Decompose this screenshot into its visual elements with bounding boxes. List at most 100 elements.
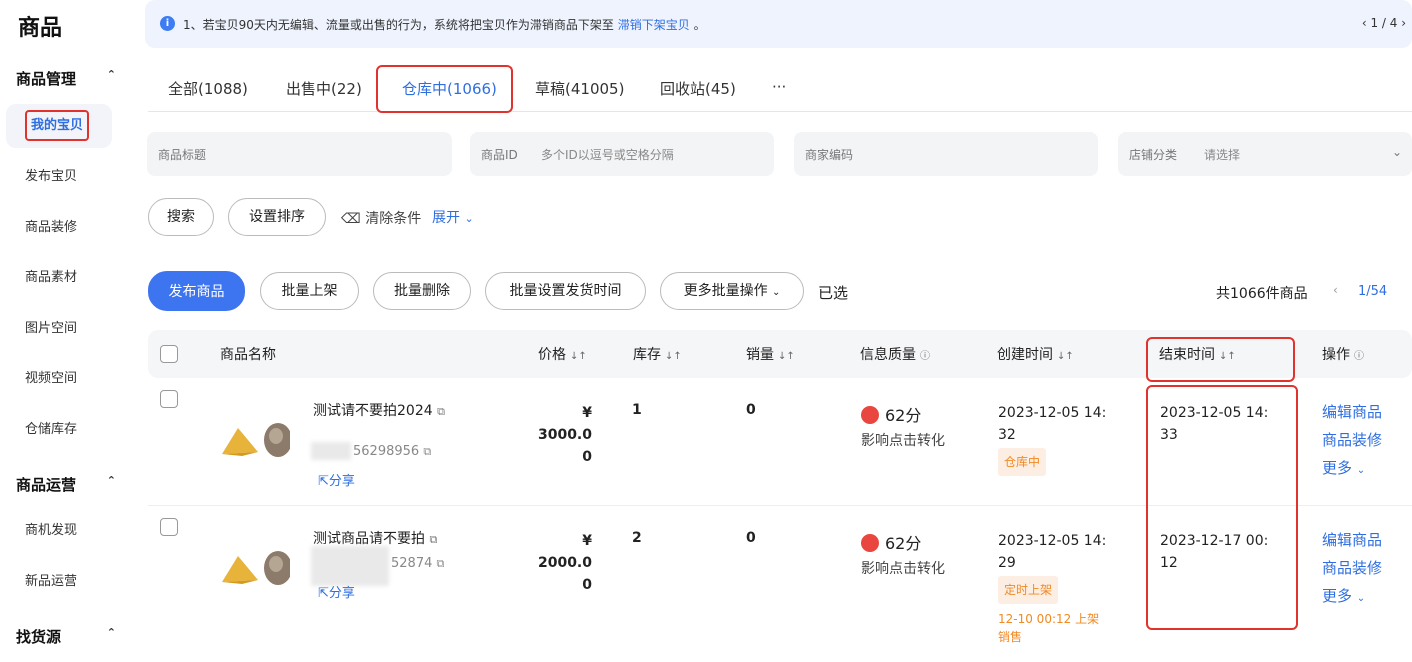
search-button[interactable]: 搜索	[148, 198, 214, 236]
share-link[interactable]: ⇱分享	[318, 470, 355, 489]
sad-face-icon	[861, 534, 879, 552]
product-thumbnail[interactable]	[220, 546, 292, 586]
title-filter[interactable]: 商品标题	[147, 132, 452, 176]
copy-icon[interactable]: ⧉	[437, 557, 445, 570]
header-price[interactable]: 价格 ↓↑	[538, 344, 587, 364]
highlight-box	[1146, 337, 1295, 382]
sidebar-item-new-goods[interactable]: 新品运营	[6, 560, 112, 604]
quality-score: 62分 影响点击转化	[861, 534, 945, 577]
copy-icon[interactable]: ⧉	[429, 533, 437, 546]
tab-on-sale[interactable]: 出售中(22)	[286, 78, 362, 99]
sidebar: 商品 商品管理 ⌃ 我的宝贝 发布宝贝 商品装修 商品素材 图片空间 视频空间 仓…	[0, 0, 130, 662]
header-created[interactable]: 创建时间 ↓↑	[997, 344, 1074, 364]
sidebar-group-operations[interactable]: 商品运营 ⌃	[16, 474, 116, 495]
highlight-box	[376, 65, 513, 113]
schedule-note: 12-10 00:12 上架 销售	[998, 612, 1100, 644]
more-tabs-icon[interactable]: ···	[772, 78, 786, 96]
sales: 0	[746, 402, 756, 418]
stock: 1	[632, 402, 642, 418]
batch-ship-time-button[interactable]: 批量设置发货时间	[485, 272, 646, 310]
price: ¥ 2000.0 0	[537, 533, 592, 593]
sidebar-group-sourcing[interactable]: 找货源 ⌃	[16, 626, 116, 647]
id-filter[interactable]: 商品ID 多个ID以逗号或空格分隔	[470, 132, 774, 176]
sidebar-item-images[interactable]: 图片空间	[6, 307, 112, 351]
edit-goods-link[interactable]: 编辑商品	[1322, 526, 1382, 554]
product-thumbnail[interactable]	[220, 418, 292, 458]
clear-conditions[interactable]: ⌫ 清除条件	[341, 208, 421, 228]
sidebar-item-videos[interactable]: 视频空间	[6, 357, 112, 401]
product-id: 52874 ⧉	[391, 556, 445, 571]
header-sales[interactable]: 销量 ↓↑	[746, 344, 795, 364]
id-placeholder: 多个ID以逗号或空格分隔	[541, 148, 674, 162]
price: ¥ 3000.0 0	[537, 405, 592, 465]
chevron-down-icon: ⌄	[772, 287, 781, 298]
product-title[interactable]: 测试请不要拍2024 ⧉	[313, 400, 445, 420]
edit-goods-link[interactable]: 编辑商品	[1322, 398, 1382, 426]
redacted-area	[311, 442, 351, 460]
header-name: 商品名称	[220, 347, 276, 363]
total-count: 共1066件商品	[1216, 286, 1308, 302]
notice-text: 1、若宝贝90天内无编辑、流量或出售的行为，系统将把宝贝作为滞销商品下架至	[183, 18, 614, 32]
copy-icon[interactable]: ⧉	[437, 405, 445, 418]
page-indicator: 1/54	[1358, 284, 1388, 299]
row-checkbox[interactable]	[160, 390, 178, 408]
prev-page-icon[interactable]: ‹	[1333, 283, 1338, 297]
more-actions-link[interactable]: 更多 ⌄	[1322, 582, 1382, 613]
row-actions: 编辑商品 商品装修 更多 ⌄	[1322, 398, 1382, 485]
tab-recycle[interactable]: 回收站(45)	[660, 78, 736, 99]
sort-icon: ↓↑	[1057, 351, 1074, 362]
decorate-goods-link[interactable]: 商品装修	[1322, 554, 1382, 582]
chevron-down-icon: ⌄	[464, 212, 474, 225]
selected-count: 已选	[818, 284, 849, 302]
batch-list-button[interactable]: 批量上架	[260, 272, 359, 310]
copy-icon[interactable]: ⧉	[423, 445, 431, 458]
publish-goods-button[interactable]: 发布商品	[148, 271, 245, 311]
created-time: 2023-12-05 14: 29 定时上架 12-10 00:12 上架 销售	[998, 533, 1107, 644]
sidebar-group-goods-management[interactable]: 商品管理 ⌃	[16, 68, 116, 89]
quality-score: 62分 影响点击转化	[861, 406, 945, 449]
sort-icon: ↓↑	[778, 351, 795, 362]
sort-icon: ↓↑	[570, 351, 587, 362]
redacted-area	[311, 546, 389, 586]
row-actions: 编辑商品 商品装修 更多 ⌄	[1322, 526, 1382, 613]
sidebar-item-materials[interactable]: 商品素材	[6, 256, 112, 300]
more-batch-button[interactable]: 更多批量操作 ⌄	[660, 272, 804, 310]
sort-icon: ↓↑	[665, 351, 682, 362]
help-icon[interactable]: ⓘ	[1354, 351, 1364, 362]
notice-link[interactable]: 滞销下架宝贝	[618, 18, 690, 32]
status-badge: 定时上架	[998, 576, 1059, 604]
category-select[interactable]: 店铺分类 请选择 ⌄	[1118, 132, 1412, 176]
share-icon: ⇱	[318, 474, 329, 489]
notice-bar: i 1、若宝贝90天内无编辑、流量或出售的行为，系统将把宝贝作为滞销商品下架至 …	[145, 0, 1412, 48]
sad-face-icon	[861, 406, 879, 424]
chevron-up-icon: ⌃	[106, 68, 116, 81]
highlight-box	[1146, 385, 1298, 630]
chevron-down-icon: ⌄	[1356, 593, 1366, 604]
status-tabs: 全部(1088) 出售中(22) 仓库中(1066) 草稿(41005) 回收站…	[148, 64, 1412, 113]
sales: 0	[746, 530, 756, 546]
select-all-checkbox[interactable]	[160, 345, 178, 363]
row-checkbox[interactable]	[160, 518, 178, 536]
sidebar-item-opportunity[interactable]: 商机发现	[6, 509, 112, 553]
help-icon[interactable]: ⓘ	[920, 351, 930, 362]
sidebar-item-publish[interactable]: 发布宝贝	[6, 155, 112, 199]
merchant-code-filter[interactable]: 商家编码	[794, 132, 1098, 176]
set-sort-button[interactable]: 设置排序	[228, 198, 326, 236]
sidebar-item-decorate[interactable]: 商品装修	[6, 206, 112, 250]
notice-pager[interactable]: ‹ 1 / 4 ›	[1362, 16, 1406, 30]
expand-link[interactable]: 展开 ⌄	[432, 207, 474, 227]
stock: 2	[632, 530, 642, 546]
decorate-goods-link[interactable]: 商品装修	[1322, 426, 1382, 454]
batch-delete-button[interactable]: 批量删除	[373, 272, 471, 310]
tab-all[interactable]: 全部(1088)	[168, 78, 248, 99]
status-badge: 仓库中	[998, 448, 1047, 476]
sidebar-brand: 商品	[18, 16, 63, 41]
sidebar-item-inventory[interactable]: 仓储库存	[6, 408, 112, 452]
tab-drafts[interactable]: 草稿(41005)	[535, 78, 624, 99]
more-actions-link[interactable]: 更多 ⌄	[1322, 454, 1382, 485]
share-link[interactable]: ⇱分享	[318, 582, 355, 601]
sidebar-item-my-goods[interactable]: 我的宝贝	[6, 104, 112, 148]
header-stock[interactable]: 库存 ↓↑	[633, 344, 682, 364]
product-title[interactable]: 测试商品请不要拍 ⧉	[313, 528, 437, 548]
chevron-down-icon: ⌄	[1391, 145, 1402, 159]
